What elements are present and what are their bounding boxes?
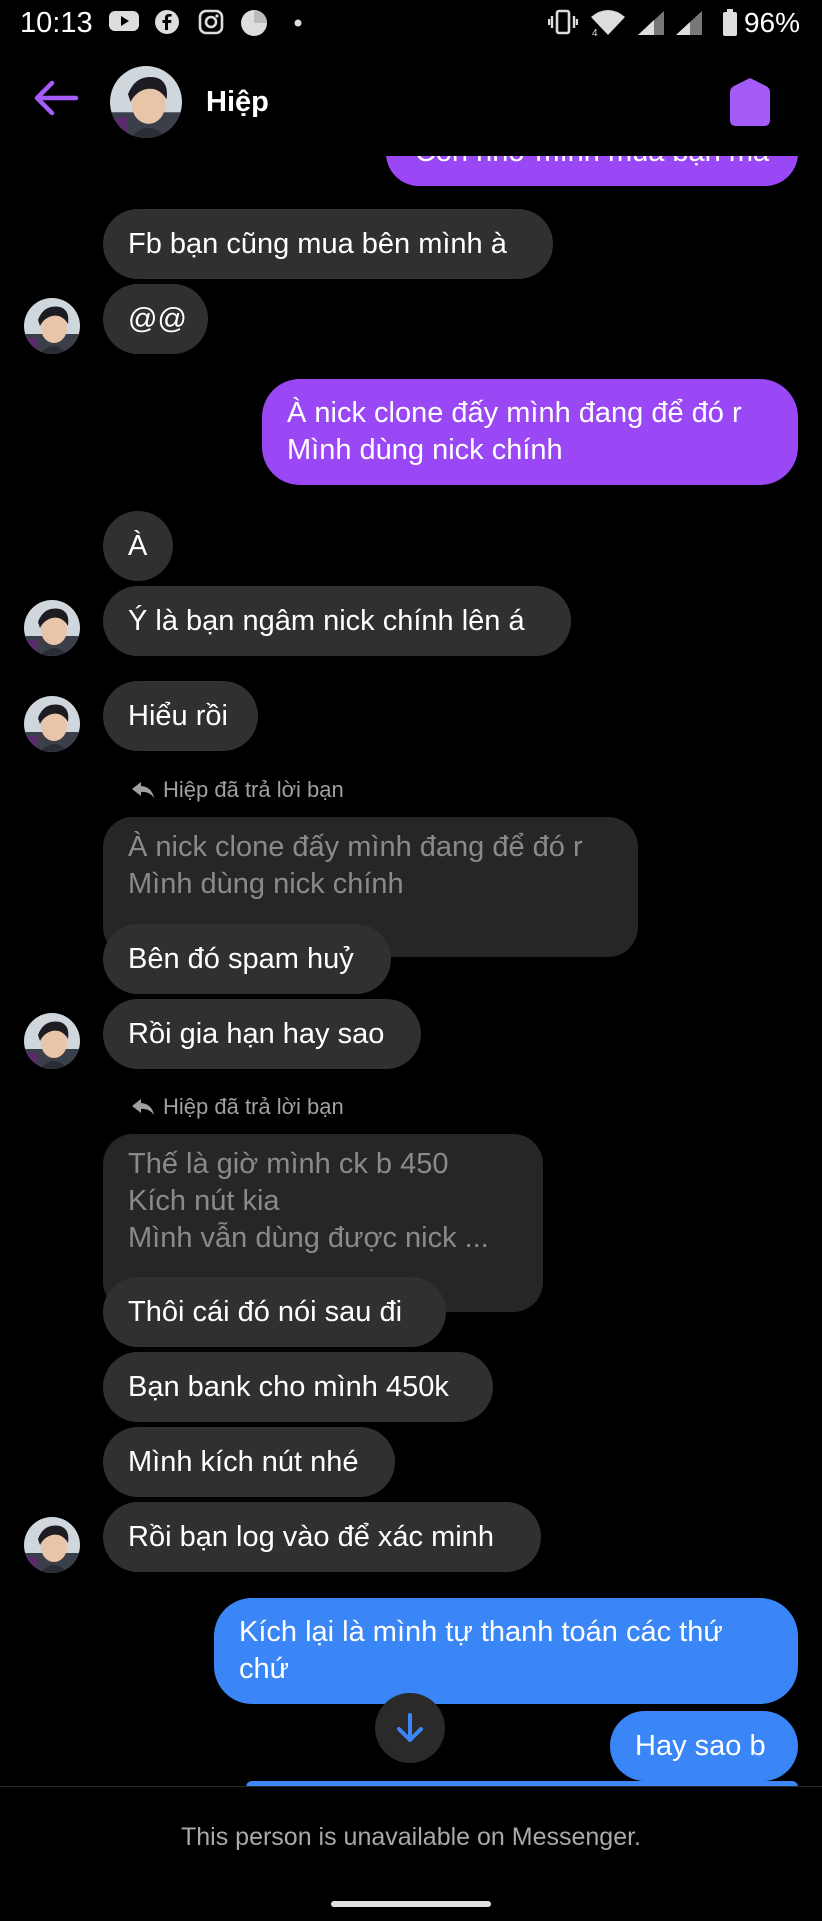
unavailable-notice: This person is unavailable on Messenger. — [181, 1823, 641, 1851]
reply-indicator: Hiệp đã trả lời bạn — [131, 1094, 344, 1120]
message-bubble-received[interactable]: Mình kích nút nhé — [103, 1427, 395, 1497]
contact-name[interactable]: Hiệp — [206, 86, 269, 119]
message-text: Kích lại là mình tự thanh toán các thứ c… — [239, 1616, 723, 1685]
status-time: 10:13 — [20, 7, 93, 39]
message-text: Hiểu rồi — [128, 699, 228, 732]
message-bubble-received[interactable]: Thôi cái đó nói sau đi — [103, 1277, 446, 1347]
contact-avatar[interactable] — [24, 1013, 80, 1069]
message-bubble-sent[interactable]: À nick clone đấy mình đang để đó r Mình … — [262, 379, 798, 485]
message-text: Bên đó spam huỷ — [128, 942, 354, 975]
footer: This person is unavailable on Messenger. — [0, 1786, 822, 1921]
message-bubble-received[interactable]: Bạn bank cho mình 450k — [103, 1352, 493, 1422]
battery-level: 96% — [743, 7, 800, 38]
reply-icon — [132, 782, 154, 798]
dot-icon — [294, 19, 302, 27]
message-text: Ý là bạn ngâm nick chính lên á — [128, 604, 525, 637]
reply-indicator: Hiệp đã trả lời bạn — [131, 777, 344, 803]
message-text: Mình kích nút nhé — [128, 1445, 359, 1478]
instagram-icon — [198, 9, 224, 35]
contact-avatar[interactable] — [24, 298, 80, 354]
message-text: Rồi bạn log vào để xác minh — [128, 1520, 494, 1553]
message-text: Rồi gia hạn hay sao — [128, 1017, 385, 1050]
message-bubble-received[interactable]: @@ — [103, 284, 208, 354]
message-text: À — [128, 529, 148, 562]
message-bubble-sent[interactable]: Hay sao b — [610, 1711, 798, 1781]
message-text: Fb bạn cũng mua bên mình à — [128, 227, 507, 260]
quoted-text: Thế là giờ mình ck b 450 Kích nút kia Mì… — [128, 1148, 489, 1254]
battery-icon — [723, 9, 737, 36]
message-bubble-received[interactable]: Rồi gia hạn hay sao — [103, 999, 421, 1069]
chat-header: Hiệp — [0, 46, 822, 156]
arrow-down-icon — [397, 1713, 423, 1742]
home-indicator[interactable] — [331, 1901, 491, 1907]
facebook-icon — [155, 10, 179, 34]
message-bubble-received[interactable]: Rồi bạn log vào để xác minh — [103, 1502, 541, 1572]
message-text: @@ — [128, 302, 187, 335]
reply-label-text: Hiệp đã trả lời bạn — [163, 777, 344, 802]
reply-label-text: Hiệp đã trả lời bạn — [163, 1094, 344, 1119]
message-text: Hay sao b — [635, 1729, 766, 1762]
message-bubble-received[interactable]: Ý là bạn ngâm nick chính lên á — [103, 586, 571, 656]
message-text: Bạn bank cho mình 450k — [128, 1370, 449, 1403]
message-text: À nick clone đấy mình đang để đó r Mình … — [287, 397, 742, 466]
message-bubble-sent[interactable]: Kích lại là mình tự thanh toán các thứ c… — [214, 1598, 798, 1704]
contact-avatar[interactable] — [24, 600, 80, 656]
signal-icon — [676, 11, 702, 35]
back-arrow-icon[interactable] — [32, 78, 80, 118]
message-bubble-received[interactable]: À — [103, 511, 173, 581]
signal-icon — [638, 11, 664, 35]
contact-avatar[interactable] — [24, 1517, 80, 1573]
message-bubble-received[interactable]: Fb bạn cũng mua bên mình à — [103, 209, 553, 279]
scroll-to-bottom-button[interactable] — [375, 1693, 445, 1763]
status-bar: 10:13 4 96% — [0, 0, 822, 46]
svg-text:4: 4 — [592, 28, 598, 37]
quoted-text: À nick clone đấy mình đang để đó r Mình … — [128, 831, 583, 900]
message-bubble-received[interactable]: Bên đó spam huỷ — [103, 924, 391, 994]
contact-avatar[interactable] — [24, 696, 80, 752]
circle-icon — [241, 10, 267, 36]
youtube-icon — [109, 11, 139, 31]
shield-icon[interactable] — [728, 76, 772, 128]
message-text: Thôi cái đó nói sau đi — [128, 1295, 403, 1328]
vibrate-icon — [548, 9, 578, 35]
message-bubble-received[interactable]: Hiểu rồi — [103, 681, 258, 751]
contact-avatar[interactable] — [110, 66, 182, 138]
wifi-icon: 4 — [591, 10, 625, 37]
reply-icon — [132, 1099, 154, 1115]
